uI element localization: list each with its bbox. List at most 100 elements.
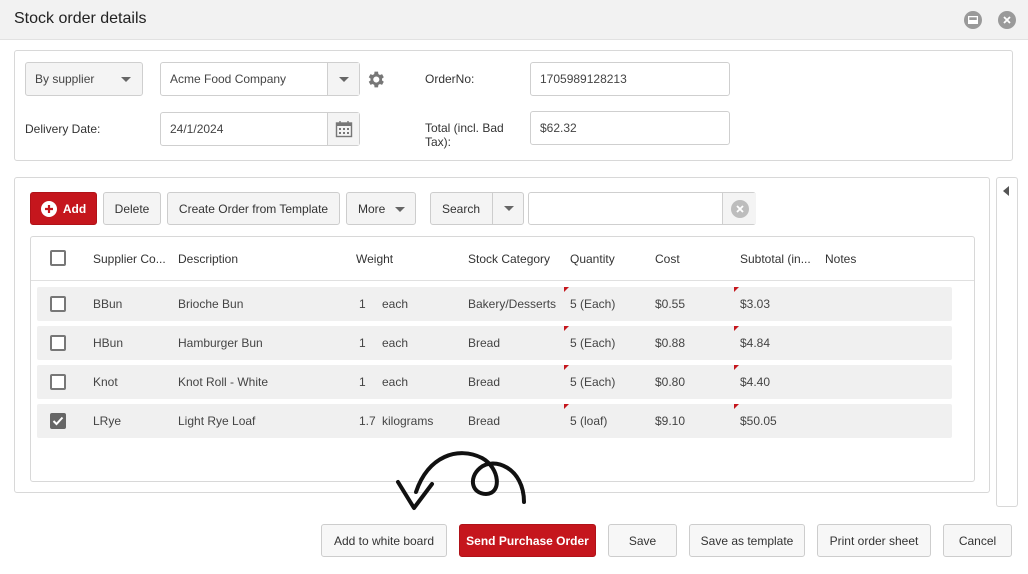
- title-bar: Stock order details: [0, 0, 1028, 40]
- cell-cost: $0.55: [655, 297, 686, 311]
- search-mode-label: Search: [442, 201, 481, 216]
- cell-description: Hamburger Bun: [178, 336, 263, 350]
- cell-quantity[interactable]: 5 (loaf): [570, 414, 607, 428]
- gear-icon[interactable]: [365, 69, 386, 90]
- cell-category: Bread: [468, 375, 501, 389]
- cell-code: Knot: [93, 375, 118, 389]
- chevron-down-icon[interactable]: [327, 63, 359, 95]
- editable-flag: [564, 404, 569, 409]
- editable-flag: [734, 404, 739, 409]
- cell-category: Bakery/Desserts: [468, 297, 557, 311]
- total-field: $62.32: [530, 111, 730, 145]
- cell-category: Bread: [468, 414, 501, 428]
- cell-unit: each: [382, 336, 409, 350]
- col-description[interactable]: Description: [178, 252, 238, 266]
- col-stock-category[interactable]: Stock Category: [468, 252, 550, 266]
- close-icon[interactable]: [998, 11, 1016, 29]
- cell-quantity[interactable]: 5 (Each): [570, 297, 615, 311]
- cell-weight: 1.7: [359, 414, 376, 428]
- cell-code: BBun: [93, 297, 123, 311]
- cell-quantity[interactable]: 5 (Each): [570, 336, 615, 350]
- cell-subtotal: $4.40: [740, 375, 771, 389]
- cell-cost: $9.10: [655, 414, 686, 428]
- col-cost[interactable]: Cost: [655, 252, 680, 266]
- row-checkbox-checked[interactable]: [50, 413, 66, 429]
- cell-code: LRye: [93, 414, 122, 428]
- collapse-left-icon: [1003, 186, 1009, 196]
- total-label: Total (incl. Bad Tax):: [425, 121, 504, 149]
- col-notes[interactable]: Notes: [825, 252, 856, 266]
- delete-button[interactable]: Delete: [103, 192, 161, 225]
- print-order-sheet-button[interactable]: Print order sheet: [817, 524, 931, 557]
- chevron-down-icon: [492, 193, 524, 224]
- row-checkbox[interactable]: [50, 335, 66, 351]
- cell-subtotal: $3.03: [740, 297, 771, 311]
- cancel-button[interactable]: Cancel: [943, 524, 1012, 557]
- search-mode-select[interactable]: Search: [430, 192, 524, 225]
- cell-weight: 1: [359, 336, 366, 350]
- editable-flag: [734, 326, 739, 331]
- more-button-label: More: [358, 201, 386, 216]
- cell-weight: 1: [359, 375, 366, 389]
- send-purchase-order-button[interactable]: Send Purchase Order: [459, 524, 596, 557]
- table-row[interactable]: BBun Brioche Bun 1 each Bakery/Desserts …: [37, 287, 952, 321]
- editable-flag: [734, 287, 739, 292]
- grid-header: Supplier Co... Description Weight Stock …: [31, 237, 974, 281]
- order-no-field[interactable]: 1705989128213: [530, 62, 730, 96]
- table-row[interactable]: Knot Knot Roll - White 1 each Bread 5 (E…: [37, 365, 952, 399]
- delivery-date-label: Delivery Date:: [25, 122, 101, 136]
- minimize-icon[interactable]: [964, 11, 982, 29]
- cell-cost: $0.88: [655, 336, 686, 350]
- editable-flag: [564, 326, 569, 331]
- cell-unit: kilograms: [382, 414, 434, 428]
- col-quantity[interactable]: Quantity: [570, 252, 615, 266]
- save-button[interactable]: Save: [608, 524, 677, 557]
- editable-flag: [734, 365, 739, 370]
- cell-unit: each: [382, 375, 409, 389]
- row-checkbox[interactable]: [50, 374, 66, 390]
- cell-cost: $0.80: [655, 375, 686, 389]
- more-button[interactable]: More: [346, 192, 416, 225]
- cell-description: Knot Roll - White: [178, 375, 269, 389]
- checkmark-icon: [52, 416, 64, 426]
- delivery-date-field[interactable]: 24/1/2024: [160, 112, 360, 146]
- chevron-down-icon: [110, 63, 142, 95]
- row-checkbox[interactable]: [50, 296, 66, 312]
- clear-search-icon[interactable]: [722, 193, 756, 224]
- cell-description: Brioche Bun: [178, 297, 244, 311]
- cell-category: Bread: [468, 336, 501, 350]
- col-weight[interactable]: Weight: [356, 252, 393, 266]
- cell-code: HBun: [93, 336, 124, 350]
- save-as-template-button[interactable]: Save as template: [689, 524, 805, 557]
- table-row[interactable]: LRye Light Rye Loaf 1.7 kilograms Bread …: [37, 404, 952, 438]
- add-to-whiteboard-button[interactable]: Add to white board: [321, 524, 447, 557]
- search-input[interactable]: [528, 192, 756, 225]
- order-by-select[interactable]: By supplier: [25, 62, 143, 96]
- cell-weight: 1: [359, 297, 366, 311]
- cell-unit: each: [382, 297, 409, 311]
- add-button-label: Add: [62, 201, 87, 216]
- total-value: $62.32: [540, 121, 577, 135]
- order-no-value: 1705989128213: [540, 72, 627, 86]
- supplier-value: Acme Food Company: [170, 72, 287, 86]
- col-subtotal[interactable]: Subtotal (in...: [740, 252, 811, 266]
- delivery-date-value: 24/1/2024: [170, 122, 224, 136]
- cell-quantity[interactable]: 5 (Each): [570, 375, 615, 389]
- supplier-select[interactable]: Acme Food Company: [160, 62, 360, 96]
- order-by-value: By supplier: [35, 72, 95, 86]
- side-panel-toggle[interactable]: [996, 177, 1018, 507]
- plus-circle-icon: [40, 200, 57, 217]
- calendar-icon[interactable]: [327, 113, 359, 145]
- editable-flag: [564, 287, 569, 292]
- table-row[interactable]: HBun Hamburger Bun 1 each Bread 5 (Each)…: [37, 326, 952, 360]
- annotation-arrow-icon: [396, 451, 526, 510]
- add-button[interactable]: Add: [30, 192, 97, 225]
- order-no-label: OrderNo:: [425, 72, 475, 86]
- cell-subtotal: $4.84: [740, 336, 771, 350]
- col-supplier-code[interactable]: Supplier Co...: [93, 252, 166, 266]
- cell-description: Light Rye Loaf: [178, 414, 256, 428]
- create-from-template-button[interactable]: Create Order from Template: [167, 192, 340, 225]
- select-all-checkbox[interactable]: [50, 250, 66, 266]
- window-title: Stock order details: [14, 10, 147, 27]
- cell-subtotal: $50.05: [740, 414, 777, 428]
